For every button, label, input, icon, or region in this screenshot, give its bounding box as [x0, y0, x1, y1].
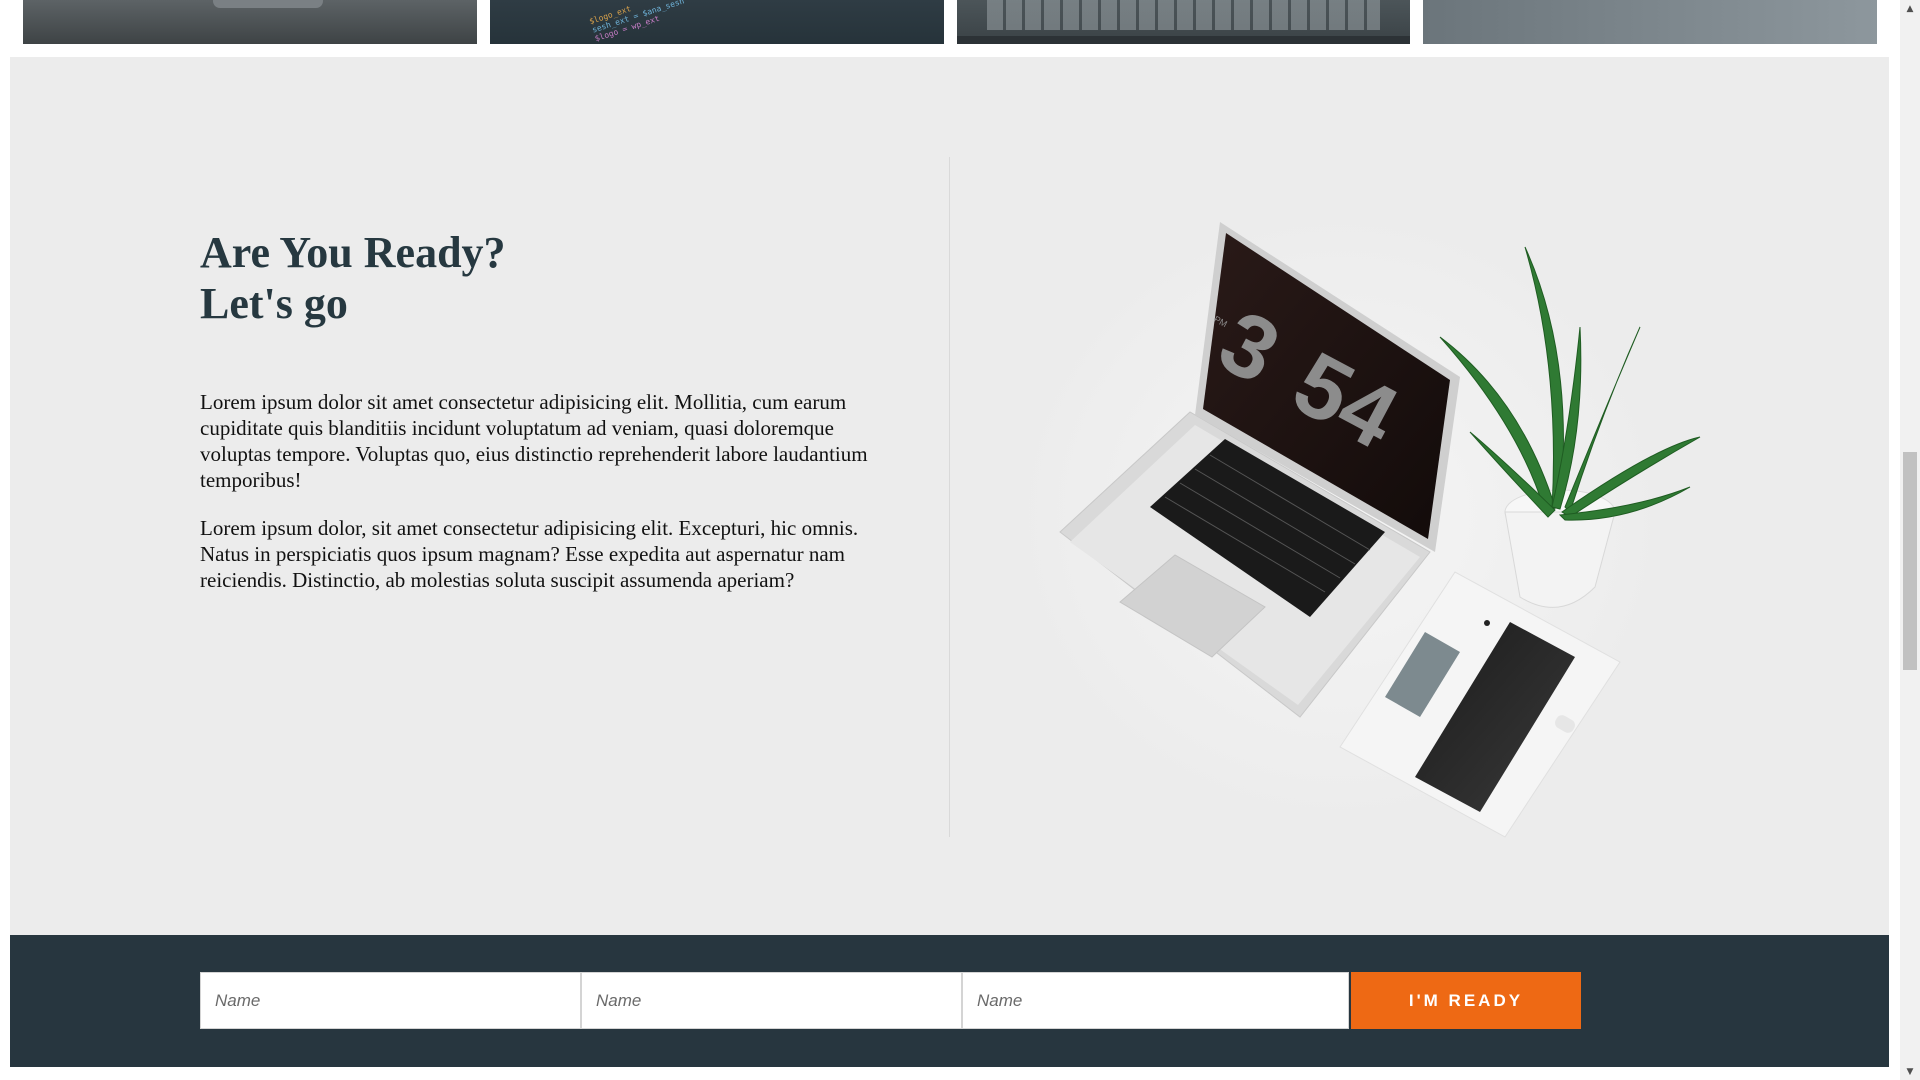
- gallery-thumbnail-desk[interactable]: [23, 0, 477, 44]
- signup-form: I'M READY: [200, 972, 1581, 1029]
- laptop-plant-phone-image: 3 54 PM: [1010, 207, 1701, 838]
- name-field-2[interactable]: [581, 972, 962, 1029]
- gallery-thumbnail-workspace[interactable]: [1423, 0, 1877, 44]
- name-field-3[interactable]: [962, 972, 1349, 1029]
- scroll-down-arrow-icon[interactable]: ▼: [1900, 1063, 1920, 1080]
- scroll-up-arrow-icon[interactable]: ▲: [1900, 0, 1920, 17]
- signup-bar: I'M READY: [10, 935, 1889, 1067]
- keyboard-keys: [986, 0, 1381, 30]
- section-divider: [949, 157, 950, 837]
- heading-line-2: Let's go: [200, 279, 348, 328]
- code-snippet: $logo_ext sesh_ext = $ana_sesh $logo = w…: [587, 0, 686, 44]
- name-field-1[interactable]: [200, 972, 581, 1029]
- page-scrollbar[interactable]: ▲ ▼: [1900, 0, 1920, 1080]
- laptop-illustration: 3 54 PM: [1000, 177, 1720, 857]
- im-ready-button[interactable]: I'M READY: [1351, 972, 1581, 1029]
- gallery-strip: $logo_ext sesh_ext = $ana_sesh $logo = w…: [23, 0, 1877, 44]
- intro-paragraph-1: Lorem ipsum dolor sit amet consectetur a…: [200, 390, 868, 492]
- intro-paragraph-2: Lorem ipsum dolor, sit amet consectetur …: [200, 516, 859, 592]
- keyboard-edge: [956, 36, 1411, 44]
- heading-line-1: Are You Ready?: [200, 228, 506, 277]
- scrollbar-thumb[interactable]: [1903, 452, 1917, 670]
- intro-heading: Are You Ready? Let's go: [200, 227, 870, 329]
- gallery-thumbnail-code[interactable]: $logo_ext sesh_ext = $ana_sesh $logo = w…: [489, 0, 944, 44]
- intro-section: Are You Ready? Let's go Lorem ipsum dolo…: [10, 57, 1889, 935]
- intro-text: Are You Ready? Let's go Lorem ipsum dolo…: [200, 227, 870, 593]
- gallery-thumbnail-keyboard[interactable]: [956, 0, 1411, 44]
- page: $logo_ext sesh_ext = $ana_sesh $logo = w…: [10, 0, 1889, 1080]
